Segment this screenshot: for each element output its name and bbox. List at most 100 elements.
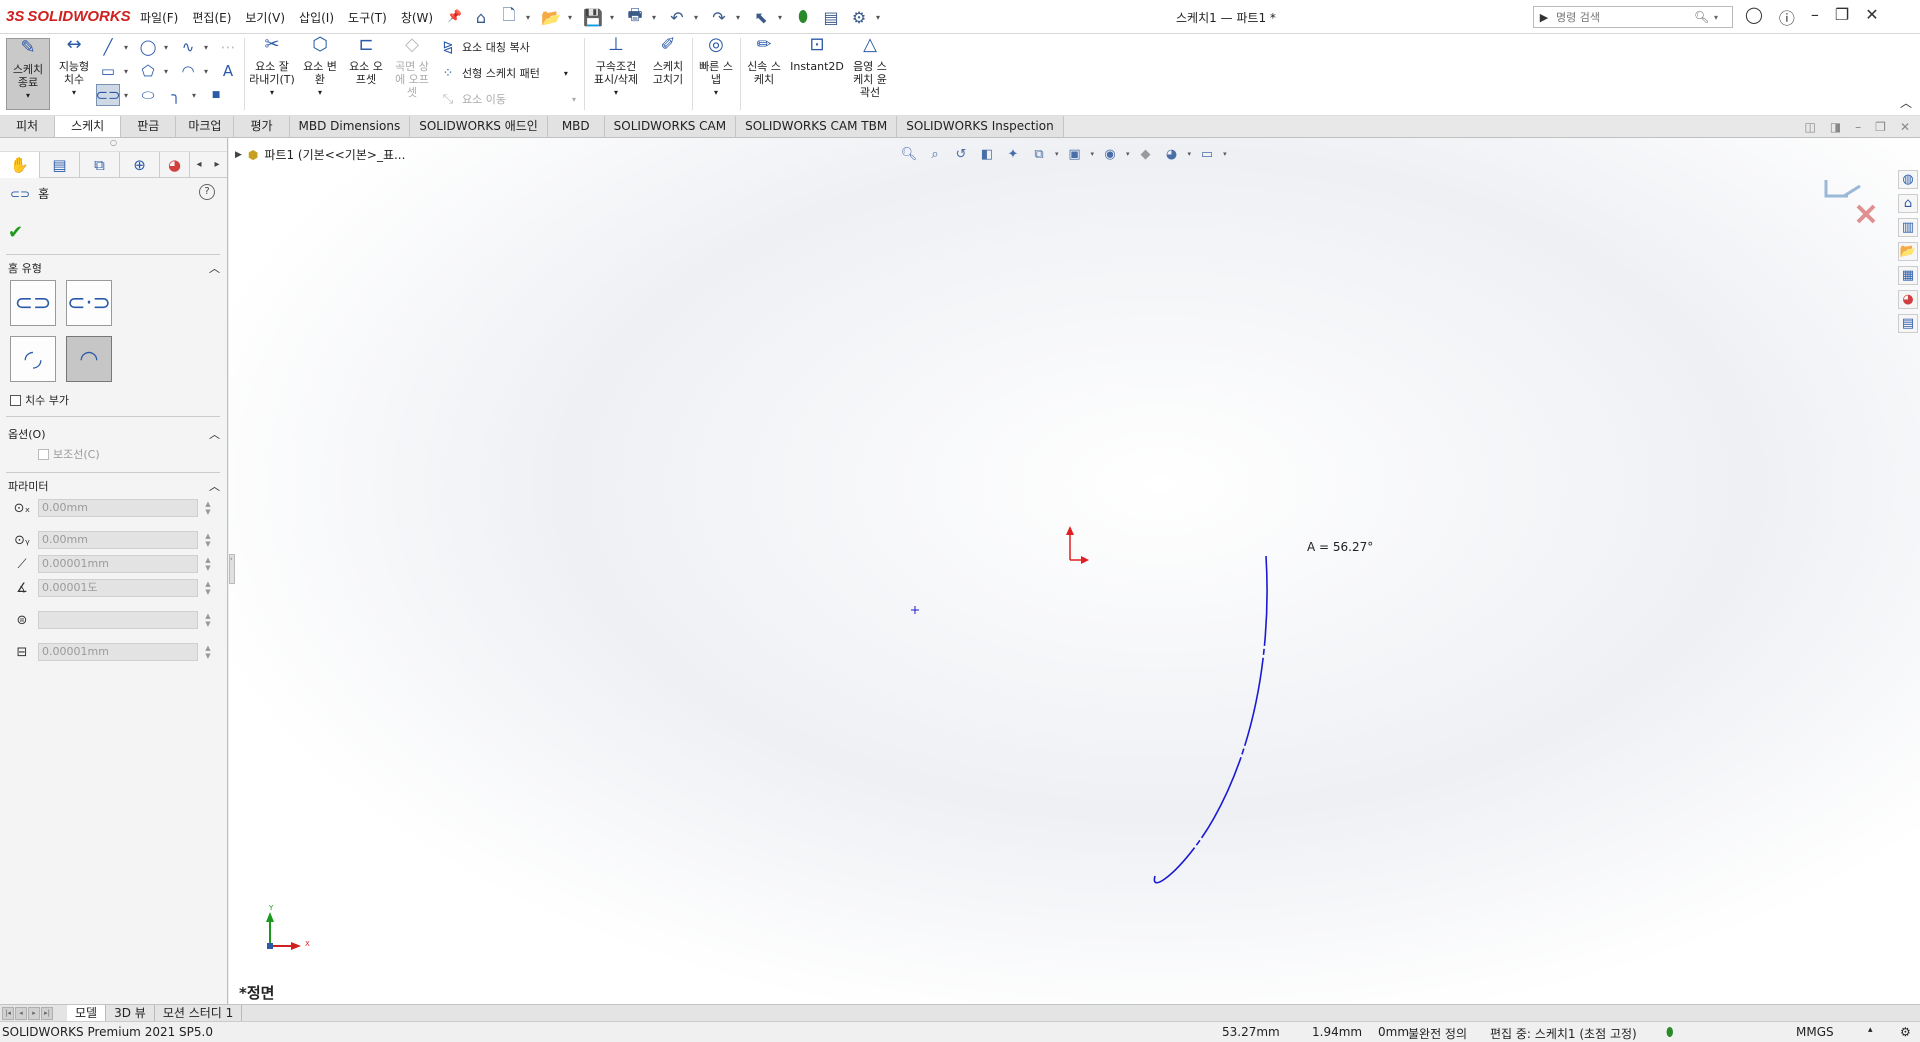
circle-icon[interactable]: ◯ <box>136 36 160 58</box>
arc-dropdown[interactable]: ▾ <box>204 67 212 76</box>
customize-status-icon[interactable]: ⚙ <box>1900 1025 1911 1039</box>
point-icon[interactable]: ■ <box>204 84 228 106</box>
save-icon[interactable]: 💾 <box>582 6 604 28</box>
collapse-chevron-icon[interactable]: ︿ <box>209 426 220 442</box>
shaded-sketch-contours-button[interactable]: △ 음영 스 케치 윤 곽선 <box>848 36 892 100</box>
rapid-sketch-button[interactable]: ✏ 신속 스 케치 <box>742 36 786 87</box>
rebuild-status-icon[interactable]: ⬮ <box>1666 1025 1674 1040</box>
arc-icon[interactable]: ◠ <box>176 60 200 82</box>
doc-close-icon[interactable]: ✕ <box>1900 120 1910 134</box>
move-entities-button[interactable]: ⤡ 요소 이동 ▾ <box>440 91 576 107</box>
rectangle-icon[interactable]: ▭ <box>96 60 120 82</box>
menu-insert[interactable]: 삽입(I) <box>299 9 334 26</box>
construction-checkbox[interactable]: 보조선(C) <box>38 446 100 462</box>
repair-sketch-button[interactable]: ✐ 스케치 고치기 <box>646 36 690 87</box>
point-grid-icon[interactable]: ⋯ <box>216 36 240 58</box>
tab-cam-tbm[interactable]: SOLIDWORKS CAM TBM <box>736 116 898 137</box>
display-style-icon[interactable]: ▣ <box>1065 144 1085 164</box>
tab-sketch[interactable]: 스케치 <box>55 116 122 137</box>
menu-tools[interactable]: 도구(T) <box>348 9 387 26</box>
pattern-dropdown[interactable]: ▾ <box>564 69 568 78</box>
redo-dropdown[interactable]: ▾ <box>736 13 744 22</box>
radius-field[interactable]: 0.00001mm <box>38 555 198 573</box>
dimxpert-manager-tab-icon[interactable]: ⊕ <box>120 152 160 178</box>
tab-sheet-metal[interactable]: 판금 <box>121 116 177 137</box>
search-icon[interactable]: 🔍︎ <box>1694 10 1714 24</box>
collapse-chevron-icon[interactable]: ︿ <box>209 260 220 276</box>
restore-icon[interactable]: ❐ <box>1835 5 1849 29</box>
zoom-to-area-icon[interactable]: ⌕ <box>925 144 945 164</box>
rebuild-traffic-light-icon[interactable]: ⬮ <box>792 6 814 28</box>
home-icon[interactable]: ⌂ <box>1898 194 1918 213</box>
tab-mbd[interactable]: MBD <box>547 116 605 137</box>
home-icon[interactable]: ⌂ <box>470 6 492 28</box>
angle-field[interactable]: 0.00001도 <box>38 579 198 597</box>
file-explorer-icon[interactable]: 📂 <box>1898 242 1918 261</box>
view-orientation-icon[interactable]: ⧉ <box>1029 144 1049 164</box>
appearances-icon[interactable]: ◕ <box>1898 290 1918 309</box>
command-search[interactable]: ▶ 🔍︎ ▾ <box>1533 6 1733 28</box>
undo-icon[interactable]: ↶ <box>666 6 688 28</box>
previous-view-icon[interactable]: ↺ <box>951 144 971 164</box>
center-y-field[interactable]: 0.00mm <box>38 531 198 549</box>
fillet-dropdown[interactable]: ▾ <box>192 91 200 100</box>
line-icon[interactable]: ╱ <box>96 36 120 58</box>
radius-spinner[interactable]: ▲ ▼ <box>202 556 214 572</box>
view-settings-icon[interactable]: ▭ <box>1197 144 1217 164</box>
redo-icon[interactable]: ↷ <box>708 6 730 28</box>
tab-mbd-dimensions[interactable]: MBD Dimensions <box>289 116 411 137</box>
tile-left-icon[interactable]: ◫ <box>1804 120 1815 134</box>
centerpoint-arc-slot-button[interactable]: ◠ <box>66 336 112 382</box>
solidworks-logo[interactable]: 3S SOLIDWORKS <box>6 8 131 25</box>
property-manager-tab-icon[interactable]: ▤ <box>40 152 80 178</box>
undo-dropdown[interactable]: ▾ <box>694 13 702 22</box>
select-dropdown[interactable]: ▾ <box>778 13 786 22</box>
convert-entities-button[interactable]: ⬡ 요소 변 환 ▾ <box>298 36 342 99</box>
edit-appearance-icon[interactable]: ◆ <box>1136 144 1156 164</box>
dynamic-annotation-icon[interactable]: ✦ <box>1003 144 1023 164</box>
exit-sketch-corner-icon[interactable] <box>1824 180 1861 198</box>
slot-width-field[interactable] <box>38 611 198 629</box>
tab-addins[interactable]: SOLIDWORKS 애드인 <box>410 116 548 137</box>
hide-show-dropdown[interactable]: ▾ <box>1126 150 1130 158</box>
menu-file[interactable]: 파일(F) <box>140 9 178 26</box>
new-dropdown[interactable]: ▾ <box>526 13 534 22</box>
center-x-field[interactable]: 0.00mm <box>38 499 198 517</box>
quick-snaps-button[interactable]: ◎ 빠른 스 냅 ▾ <box>694 36 738 99</box>
sketch-canvas[interactable] <box>229 138 1920 1004</box>
select-cursor-icon[interactable]: ⬉ <box>750 6 772 28</box>
straight-slot-button[interactable]: ⊂⊃ <box>10 280 56 326</box>
parameters-section-header[interactable]: 파라미터 ︿ <box>8 478 220 494</box>
view-settings-dropdown[interactable]: ▾ <box>1223 150 1227 158</box>
hide-show-items-icon[interactable]: ◉ <box>1100 144 1120 164</box>
tab-solidworks-cam[interactable]: SOLIDWORKS CAM <box>604 116 737 137</box>
next-tab-icon[interactable]: ▸ <box>28 1006 40 1020</box>
add-dimensions-box[interactable] <box>10 394 21 406</box>
help-icon[interactable]: ⓘ <box>1779 5 1795 29</box>
options-gear-icon[interactable]: ⚙ <box>848 6 870 28</box>
feature-tree-breadcrumb[interactable]: ▶ ⬢ 파트1 (기본<<기본>_표... <box>235 146 405 163</box>
trim-dropdown[interactable]: ▾ <box>270 86 274 99</box>
add-dimensions-checkbox[interactable]: 치수 부가 <box>10 392 69 408</box>
cancel-sketch-corner-icon[interactable] <box>1856 204 1876 224</box>
options-dropdown[interactable]: ▾ <box>876 13 884 22</box>
collapse-chevron-icon[interactable]: ︿ <box>209 478 220 494</box>
instant2d-button[interactable]: ⊡ Instant2D <box>788 36 846 74</box>
tab-markup[interactable]: 마크업 <box>176 116 235 137</box>
view-palette-icon[interactable]: ▦ <box>1898 266 1918 285</box>
search-dropdown-icon[interactable]: ▾ <box>1714 13 1718 22</box>
polygon-dropdown[interactable]: ▾ <box>164 67 172 76</box>
menu-window[interactable]: 창(W) <box>401 9 433 26</box>
polygon-icon[interactable]: ⬠ <box>136 60 160 82</box>
zoom-to-fit-icon[interactable]: 🔍︎ <box>899 144 919 164</box>
exit-sketch-button[interactable]: ✎ 스케치 종료 ▾ <box>6 38 50 110</box>
relations-dropdown[interactable]: ▾ <box>614 86 618 99</box>
tab-3d-views[interactable]: 3D 뷰 <box>106 1005 155 1021</box>
spline-icon[interactable]: ∿ <box>176 36 200 58</box>
help-icon[interactable]: ? <box>199 184 215 200</box>
minimize-icon[interactable]: – <box>1811 5 1819 29</box>
tile-right-icon[interactable]: ◨ <box>1830 120 1841 134</box>
last-tab-icon[interactable]: ▸| <box>41 1006 53 1020</box>
fillet-icon[interactable]: ╮ <box>164 84 188 106</box>
doc-restore-icon[interactable]: ❐ <box>1875 120 1886 134</box>
